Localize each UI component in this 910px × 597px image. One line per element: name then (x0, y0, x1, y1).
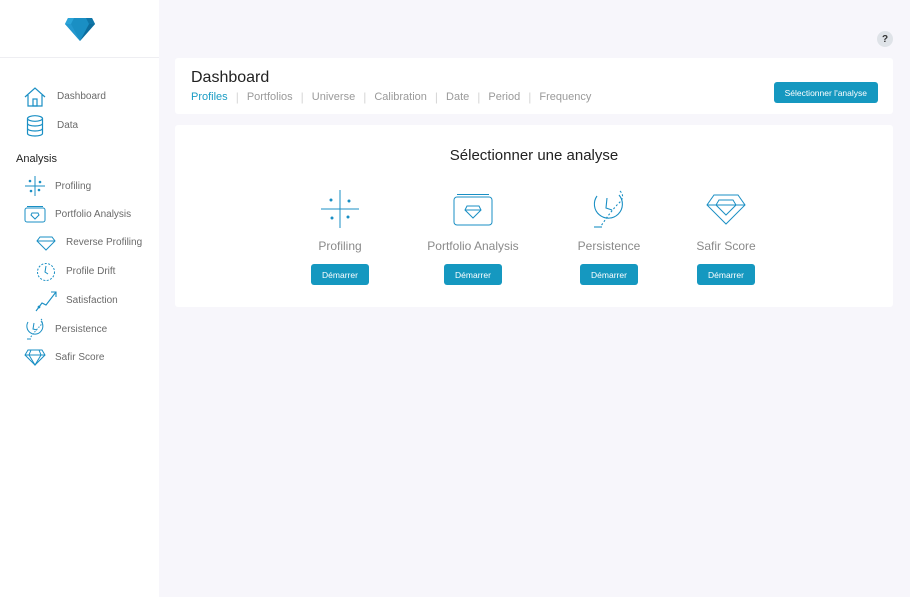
sidebar-item-label: Dashboard (57, 91, 106, 102)
tab-divider: | (434, 90, 439, 104)
analysis-selection-card: Sélectionner une analyse Profiling Démar… (175, 125, 893, 307)
diamond-icon (35, 232, 57, 254)
sidebar-item-label: Data (57, 120, 79, 131)
analysis-option-persistence: Persistence Démarrer (544, 187, 674, 285)
filter-tabs: Profiles | Portfolios | Universe | Calib… (191, 90, 591, 104)
sidebar-item-label: Persistence (55, 323, 108, 335)
crosshair-icon (318, 187, 362, 231)
analysis-label: Portfolio Analysis (427, 239, 519, 253)
sidebar-item-label: Profiling (55, 180, 92, 192)
tab-period[interactable]: Period (488, 91, 520, 103)
start-persistence-button[interactable]: Démarrer (580, 264, 638, 285)
tab-divider: | (235, 90, 239, 104)
chart-icon (35, 290, 57, 312)
tab-divider: | (363, 90, 367, 104)
clock-icon (587, 187, 631, 231)
tab-profiles[interactable]: Profiles (191, 91, 228, 103)
tab-date[interactable]: Date (446, 91, 469, 103)
tab-divider: | (528, 90, 532, 104)
analysis-option-safir-score: Safir Score Démarrer (661, 187, 791, 285)
database-icon (24, 114, 46, 137)
tab-frequency[interactable]: Frequency (539, 91, 591, 103)
sidebar-section-analysis: Analysis (16, 153, 57, 165)
select-analysis-button[interactable]: Sélectionner l'analyse (773, 82, 878, 103)
tab-divider: | (477, 90, 481, 104)
sidebar-item-persistence[interactable]: Persistence (0, 315, 159, 343)
start-portfolio-analysis-button[interactable]: Démarrer (444, 264, 502, 285)
logo-area (0, 0, 159, 58)
sidebar-item-label: Profile Drift (66, 266, 116, 277)
crosshair-icon (24, 175, 46, 197)
tab-calibration[interactable]: Calibration (374, 91, 427, 103)
start-safir-score-button[interactable]: Démarrer (697, 264, 755, 285)
analysis-label: Safir Score (696, 239, 756, 253)
sidebar-nav: Dashboard Data Analysis Profiling Portfo… (0, 58, 159, 371)
sidebar-item-dashboard[interactable]: Dashboard (0, 82, 159, 111)
portfolio-icon (24, 203, 46, 225)
sidebar-item-data[interactable]: Data (0, 111, 159, 140)
home-icon (24, 86, 46, 108)
portfolio-icon (451, 187, 495, 231)
diamond-logo-icon[interactable] (64, 16, 96, 42)
start-profiling-button[interactable]: Démarrer (311, 264, 369, 285)
drift-icon (35, 261, 57, 283)
header-card: Dashboard Profiles | Portfolios | Univer… (175, 58, 893, 114)
sidebar: Dashboard Data Analysis Profiling Portfo… (0, 0, 159, 597)
sidebar-item-label: Satisfaction (66, 295, 118, 306)
tab-portfolios[interactable]: Portfolios (247, 91, 293, 103)
sidebar-item-label: Reverse Profiling (66, 237, 143, 248)
clock-icon (24, 318, 46, 340)
sidebar-item-label: Safir Score (55, 351, 105, 363)
analysis-option-portfolio-analysis: Portfolio Analysis Démarrer (408, 187, 538, 285)
analysis-selection-title: Sélectionner une analyse (449, 147, 619, 164)
page-title: Dashboard (191, 69, 270, 86)
sidebar-item-profiling[interactable]: Profiling (0, 172, 159, 200)
tab-universe[interactable]: Universe (312, 91, 355, 103)
sidebar-item-reverse-profiling[interactable]: Reverse Profiling (0, 228, 159, 257)
sidebar-item-label: Portfolio Analysis (55, 208, 132, 220)
sidebar-item-portfolio-analysis[interactable]: Portfolio Analysis (0, 200, 159, 228)
analysis-label: Profiling (318, 239, 362, 253)
tab-divider: | (300, 90, 304, 104)
diamond-icon (704, 187, 748, 231)
analysis-label: Persistence (577, 239, 641, 253)
help-button[interactable]: ? (877, 31, 893, 47)
diamond-icon (24, 346, 46, 368)
sidebar-item-profile-drift[interactable]: Profile Drift (0, 257, 159, 286)
analysis-option-profiling: Profiling Démarrer (275, 187, 405, 285)
sidebar-item-satisfaction[interactable]: Satisfaction (0, 286, 159, 315)
sidebar-item-safir-score[interactable]: Safir Score (0, 343, 159, 371)
